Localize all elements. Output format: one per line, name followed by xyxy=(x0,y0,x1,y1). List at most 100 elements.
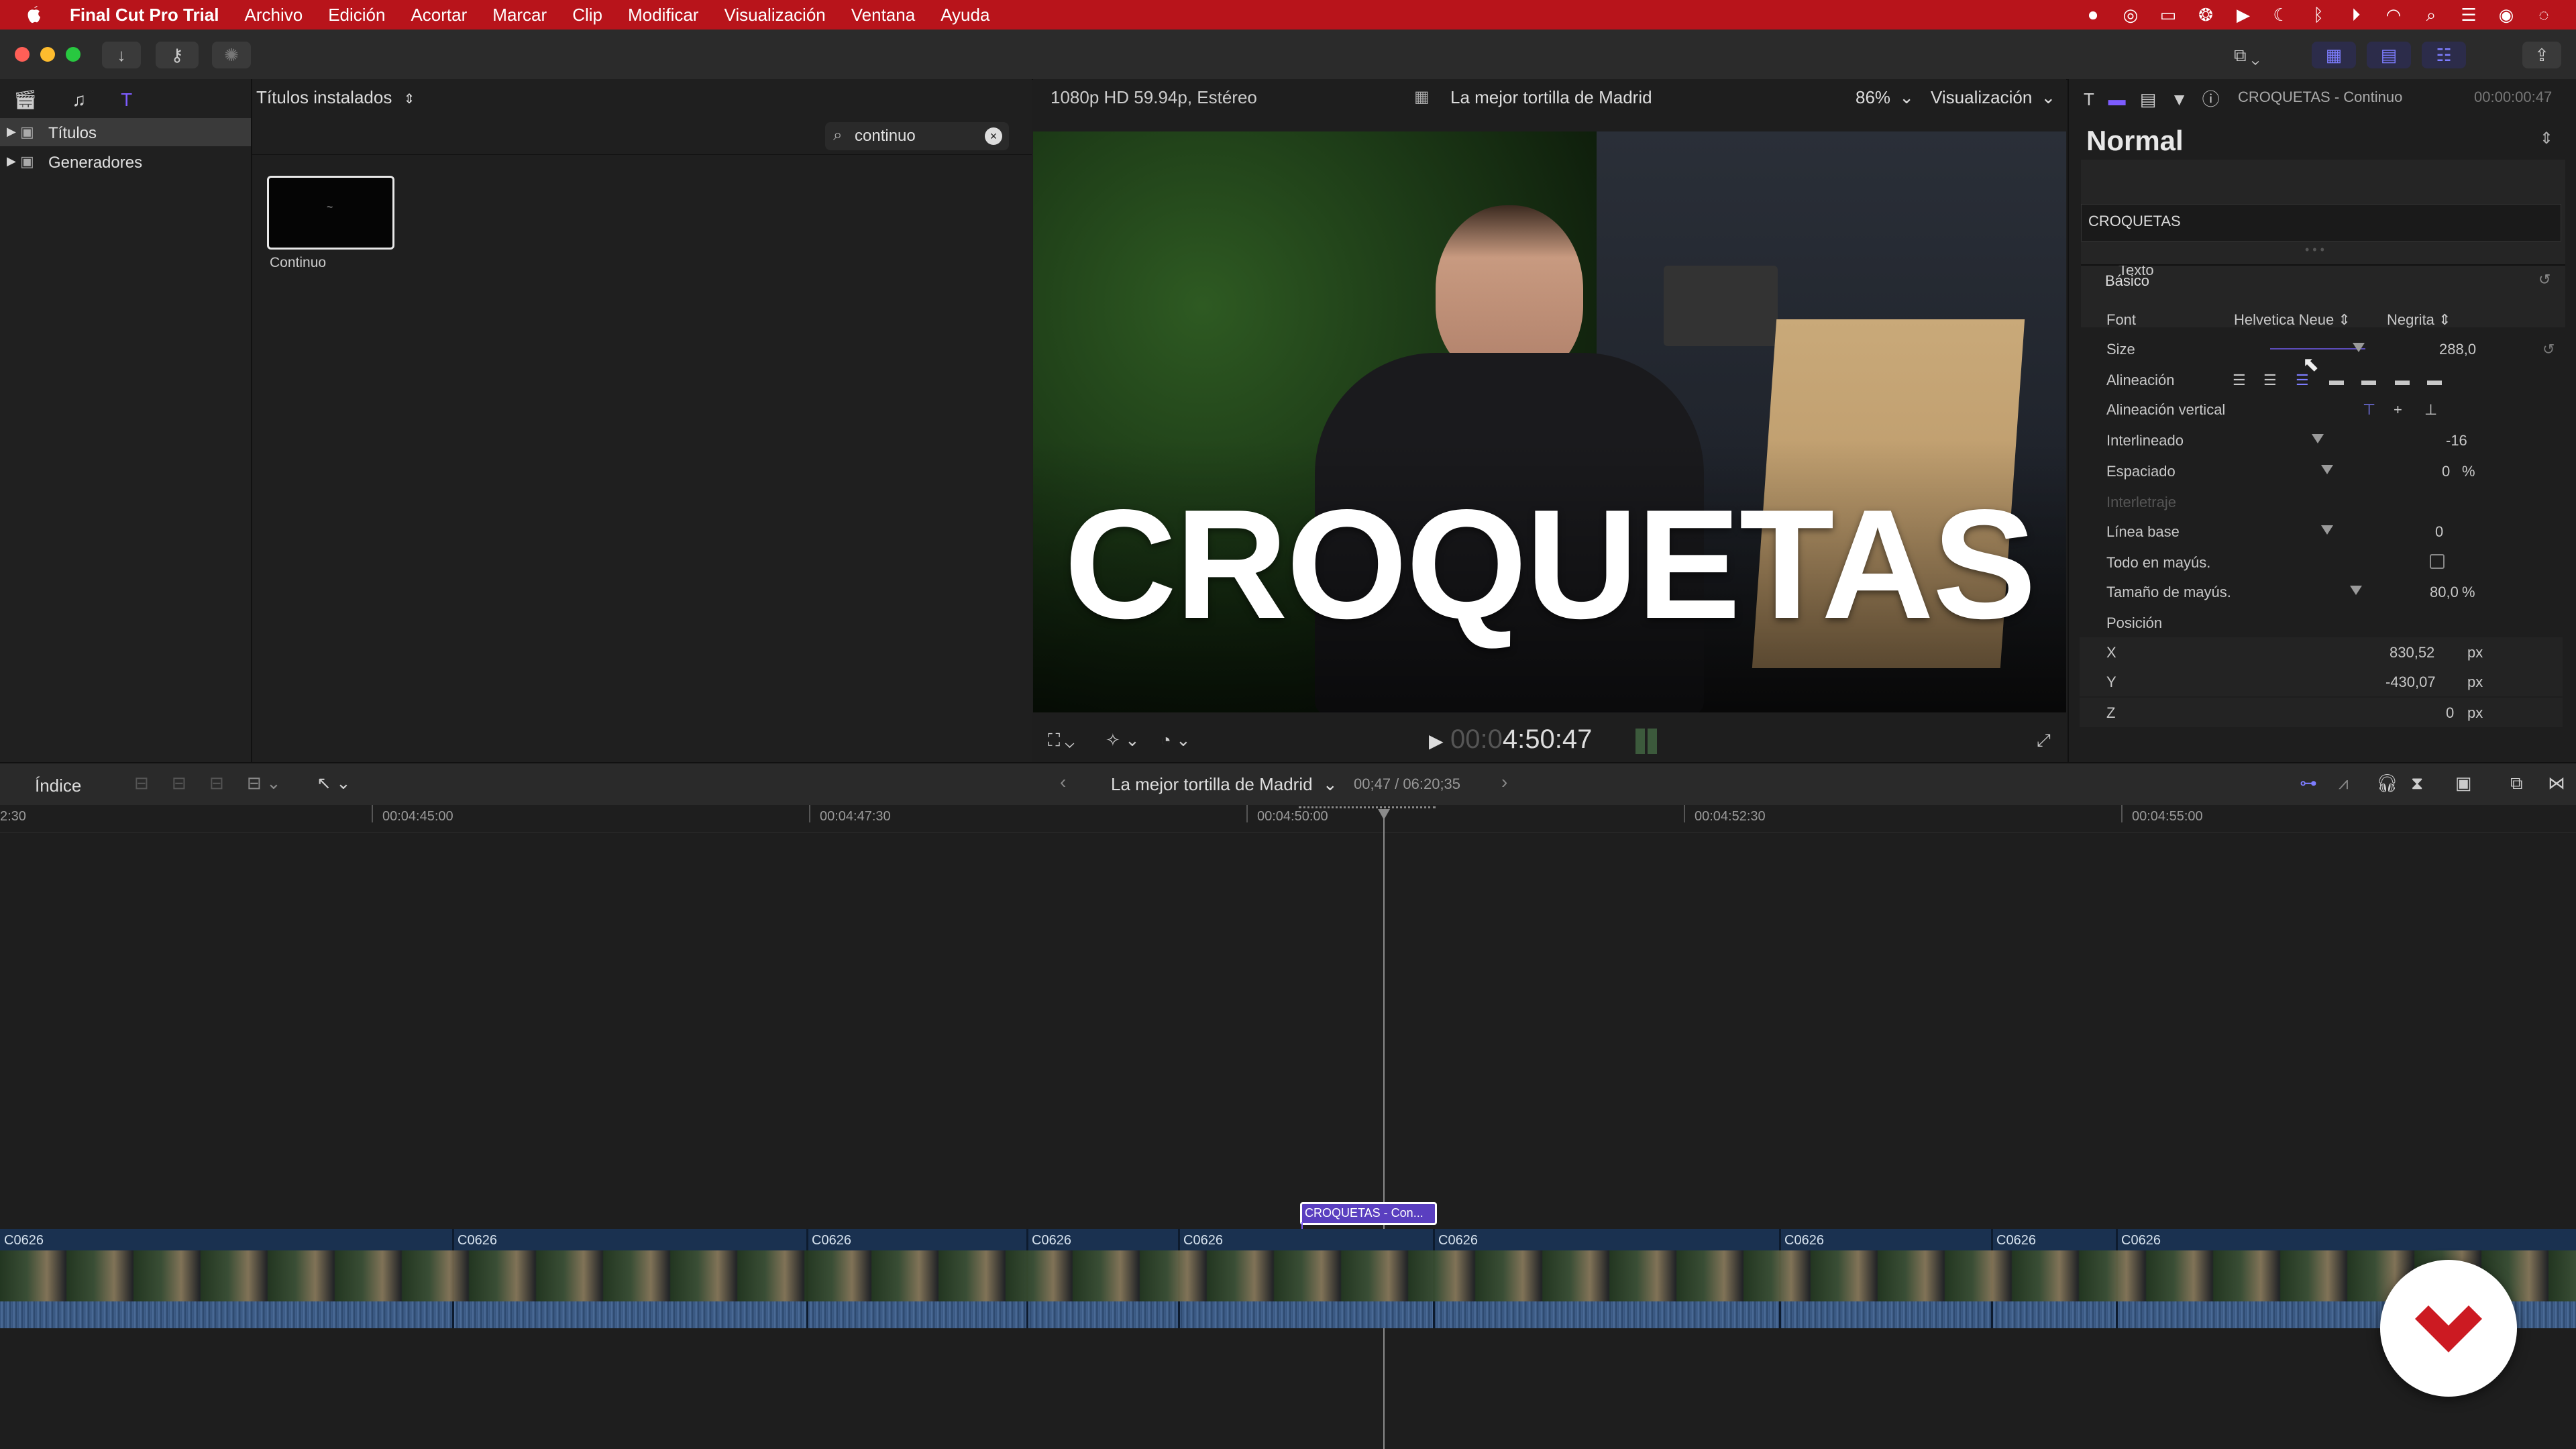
connect-icon[interactable]: ⊟ xyxy=(134,773,149,794)
tab-color-icon[interactable]: ▼ xyxy=(2171,89,2188,109)
overwrite-menu[interactable]: ⊟ ⌄ xyxy=(247,773,281,794)
tracking-slider[interactable] xyxy=(2279,456,2375,486)
capsize-value[interactable]: 80,0 xyxy=(2430,584,2459,601)
valign-bottom-icon[interactable]: ⊥ xyxy=(2424,401,2437,419)
menu-clip[interactable]: Clip xyxy=(572,5,602,25)
justify-full-icon[interactable]: ▬ xyxy=(2427,372,2442,389)
basic-section-title[interactable]: Básico xyxy=(2105,272,2149,290)
timeline-toggle[interactable]: ▤ xyxy=(2367,42,2411,68)
background-tasks-button[interactable]: ✺ xyxy=(212,42,251,68)
close-window-button[interactable] xyxy=(15,47,30,62)
menu-modificar[interactable]: Modificar xyxy=(628,5,698,25)
slider-knob[interactable] xyxy=(2312,434,2324,443)
library-header-menu[interactable]: Títulos instalados ⇕ xyxy=(256,87,415,108)
select-tool-menu[interactable]: ↖ ⌄ xyxy=(317,773,351,794)
bluetooth-icon[interactable]: ᛒ xyxy=(2308,5,2328,25)
project-menu[interactable]: La mejor tortilla de Madrid ⌄ xyxy=(1111,774,1338,795)
creative-cloud-icon[interactable]: ◎ xyxy=(2121,5,2141,25)
zoom-menu[interactable]: 86% ⌄ xyxy=(1856,87,1914,108)
wifi-icon[interactable]: ◠ xyxy=(2383,5,2404,25)
retime-menu[interactable]: ◔ ⌄ xyxy=(1161,730,1191,751)
enhance-menu[interactable]: ✧ ⌄ xyxy=(1106,730,1140,751)
preset-menu[interactable]: Normal ⇕ xyxy=(2081,118,2565,158)
font-weight-menu[interactable]: Negrita ⇕ xyxy=(2387,311,2451,329)
play-button[interactable]: ▶ xyxy=(1429,730,1444,752)
effects-browser-icon[interactable]: ⧉ xyxy=(2510,773,2523,794)
timecode-display[interactable]: 00:04:50:47 xyxy=(1450,724,1592,755)
libraries-icon[interactable]: 🎬︎ xyxy=(13,89,38,110)
justify-left-icon[interactable]: ▬ xyxy=(2329,372,2344,389)
search-field[interactable]: ⌕ × xyxy=(825,122,1009,150)
clear-search-icon[interactable]: × xyxy=(985,127,1002,145)
slider-knob[interactable] xyxy=(2353,343,2365,352)
clip-appearance-icon[interactable]: ▣ xyxy=(2455,773,2472,794)
menu-ayuda[interactable]: Ayuda xyxy=(941,5,989,25)
titles-generators-icon[interactable]: T xyxy=(121,89,132,110)
y-value[interactable]: -430,07 xyxy=(2385,674,2436,691)
screen-icon[interactable]: ▭ xyxy=(2158,5,2178,25)
workspace-menu[interactable]: ⧉ ⌄ xyxy=(2234,42,2301,68)
append-icon[interactable]: ⊟ xyxy=(209,773,224,794)
history-back-icon[interactable]: ‹ xyxy=(1060,771,1066,793)
allcaps-checkbox[interactable] xyxy=(2430,554,2445,569)
title-clip[interactable]: CROQUETAS - Con... xyxy=(1300,1202,1437,1225)
app-menu[interactable]: Final Cut Pro Trial xyxy=(70,5,219,25)
z-value[interactable]: 0 xyxy=(2446,704,2454,722)
play-circle-icon[interactable]: ▶ xyxy=(2233,5,2253,25)
search-icon[interactable]: ⌕ xyxy=(2421,5,2441,25)
play-icon[interactable]: ⏵ xyxy=(2346,5,2366,25)
sidebar-item-titulos[interactable]: ▶ ▣ Títulos xyxy=(0,118,251,146)
menu-marcar[interactable]: Marcar xyxy=(492,5,547,25)
search-input[interactable] xyxy=(853,125,977,148)
size-value[interactable]: 288,0 xyxy=(2439,341,2476,358)
headphones-icon[interactable]: 🎧︎ xyxy=(2376,773,2398,794)
align-center-icon[interactable]: ☰ xyxy=(2263,372,2277,389)
menu-archivo[interactable]: Archivo xyxy=(244,5,303,25)
audio-skimming-icon[interactable]: ⩘ xyxy=(2339,773,2349,794)
menu-visualizacion[interactable]: Visualización xyxy=(724,5,825,25)
skimming-icon[interactable]: ⊶ xyxy=(2300,773,2317,794)
tab-info-icon[interactable]: ⓘ xyxy=(2202,89,2220,109)
title-thumbnail-continuo[interactable]: ~ xyxy=(267,176,394,250)
keywords-button[interactable]: ⚷ xyxy=(156,42,199,68)
apple-icon[interactable] xyxy=(24,5,44,25)
tab-video-icon[interactable]: ▤ xyxy=(2140,89,2157,109)
browser-toggle[interactable]: ▦ xyxy=(2312,42,2356,68)
leading-slider[interactable] xyxy=(2270,425,2365,455)
reset-icon[interactable]: ↺ xyxy=(2538,271,2551,288)
tab-title-icon[interactable]: ▬ xyxy=(2108,89,2126,109)
aperture-icon[interactable]: ❂ xyxy=(2196,5,2216,25)
sidebar-item-generadores[interactable]: ▶ ▣ Generadores xyxy=(0,148,251,176)
import-button[interactable]: ↓ xyxy=(102,42,141,68)
moon-icon[interactable]: ☾ xyxy=(2271,5,2291,25)
slider-knob[interactable] xyxy=(2349,586,2362,595)
text-field[interactable]: CROQUETAS xyxy=(2081,204,2561,241)
justify-center-icon[interactable]: ▬ xyxy=(2361,372,2376,389)
valign-middle-icon[interactable]: + xyxy=(2394,401,2402,419)
menu-ventana[interactable]: Ventana xyxy=(851,5,915,25)
history-forward-icon[interactable]: › xyxy=(1501,771,1507,793)
justify-right-icon[interactable]: ▬ xyxy=(2395,372,2410,389)
transform-menu[interactable]: ⛶ ⌄ xyxy=(1048,730,1074,751)
menu-acortar[interactable]: Acortar xyxy=(411,5,467,25)
baseline-slider[interactable] xyxy=(2279,517,2375,546)
siri-icon[interactable]: ◉ xyxy=(2496,5,2516,25)
view-menu[interactable]: Visualización ⌄ xyxy=(1931,87,2055,108)
photos-audio-icon[interactable]: ♫ xyxy=(72,89,86,110)
baseline-value[interactable]: 0 xyxy=(2435,523,2443,541)
x-value[interactable]: 830,52 xyxy=(2390,644,2434,661)
minimize-window-button[interactable] xyxy=(40,47,55,62)
slider-knob[interactable] xyxy=(2321,525,2333,535)
capsize-slider[interactable] xyxy=(2279,577,2375,606)
tab-text-icon[interactable]: T xyxy=(2084,89,2094,109)
resize-handle-icon[interactable]: • • • xyxy=(2305,243,2324,257)
tracking-value[interactable]: 0 xyxy=(2442,463,2450,480)
reset-icon[interactable]: ↺ xyxy=(2542,341,2555,358)
disclosure-triangle-icon[interactable]: ▶ xyxy=(7,154,16,168)
title-overlay-text[interactable]: CROQUETAS xyxy=(1033,487,2066,643)
valign-top-icon[interactable]: ⊤ xyxy=(2363,401,2375,419)
share-button[interactable]: ⇪ xyxy=(2522,42,2561,68)
insert-icon[interactable]: ⊟ xyxy=(172,773,186,794)
align-left-icon[interactable]: ☰ xyxy=(2233,372,2246,389)
snapping-icon[interactable]: ⧗ xyxy=(2411,773,2423,794)
